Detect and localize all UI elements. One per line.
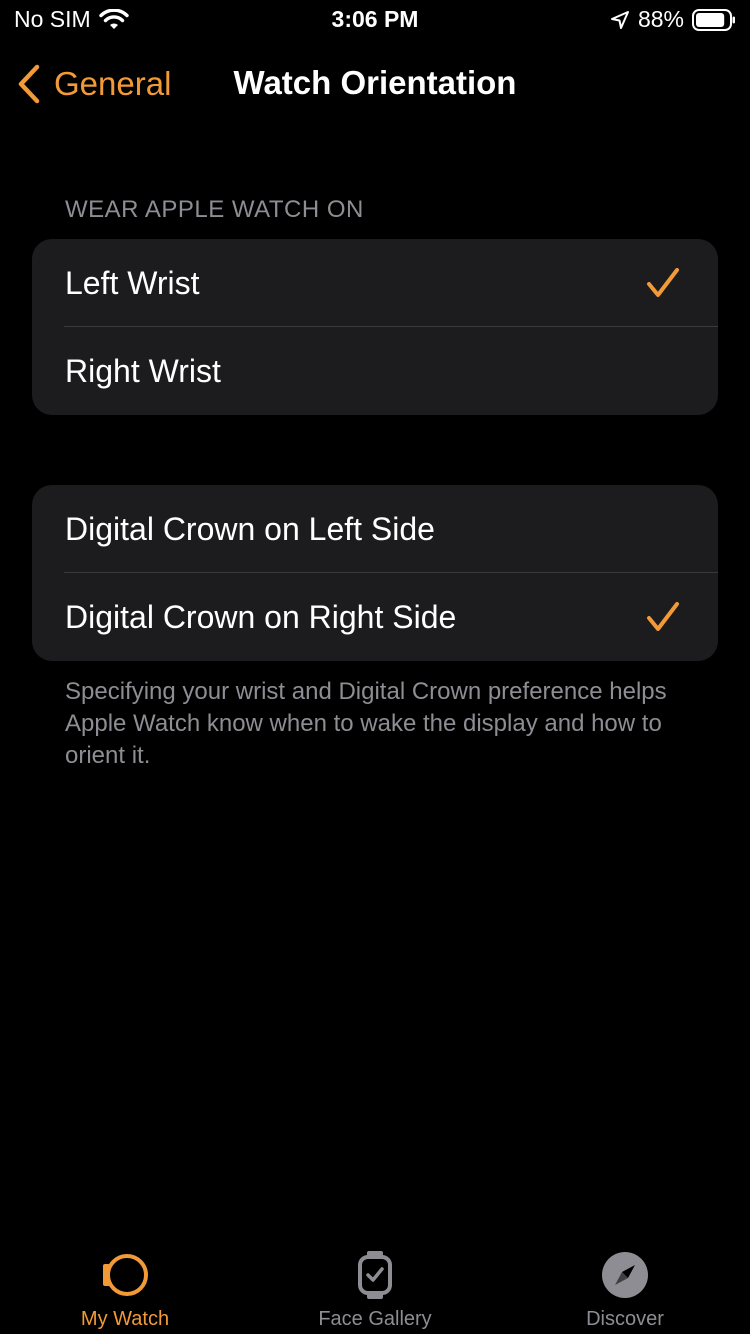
option-crown-right[interactable]: Digital Crown on Right Side bbox=[32, 573, 718, 661]
option-left-wrist[interactable]: Left Wrist bbox=[32, 239, 718, 327]
option-label: Digital Crown on Right Side bbox=[65, 598, 457, 635]
option-label: Right Wrist bbox=[65, 352, 221, 389]
face-gallery-icon bbox=[358, 1251, 392, 1299]
wrist-options-group: Left Wrist Right Wrist bbox=[32, 239, 718, 415]
crown-options-group: Digital Crown on Left Side Digital Crown… bbox=[32, 485, 718, 661]
tab-my-watch[interactable]: My Watch bbox=[0, 1236, 250, 1334]
tab-label: Discover bbox=[586, 1308, 664, 1330]
status-right: 88% bbox=[610, 6, 736, 33]
checkmark-icon bbox=[647, 268, 679, 297]
tab-face-gallery[interactable]: Face Gallery bbox=[250, 1236, 500, 1334]
checkmark-icon bbox=[647, 602, 679, 631]
tab-label: My Watch bbox=[80, 1308, 170, 1330]
page-title: Watch Orientation bbox=[233, 64, 517, 101]
location-arrow-icon bbox=[610, 10, 629, 29]
section-header-wrist: WEAR APPLE WATCH ON bbox=[65, 196, 364, 223]
tab-bar: My Watch Face Gallery Discover bbox=[0, 1236, 750, 1334]
navigation-bar: General Watch Orientation bbox=[0, 40, 750, 128]
option-right-wrist[interactable]: Right Wrist bbox=[32, 327, 718, 415]
option-label: Left Wrist bbox=[65, 264, 200, 301]
my-watch-icon bbox=[103, 1254, 148, 1296]
option-crown-left[interactable]: Digital Crown on Left Side bbox=[32, 485, 718, 573]
tab-label: Face Gallery bbox=[318, 1308, 432, 1330]
tab-discover[interactable]: Discover bbox=[500, 1236, 750, 1334]
compass-icon bbox=[602, 1252, 648, 1298]
footer-description: Specifying your wrist and Digital Crown … bbox=[65, 678, 667, 769]
option-label: Digital Crown on Left Side bbox=[65, 510, 435, 547]
battery-percent: 88% bbox=[637, 6, 684, 32]
status-bar: No SIM 3:06 PM 88% bbox=[0, 0, 750, 40]
battery-icon bbox=[692, 8, 735, 31]
